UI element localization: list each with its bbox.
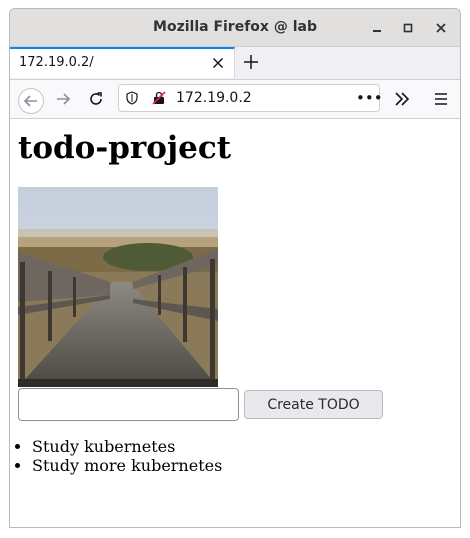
close-icon[interactable] — [429, 16, 453, 40]
chevron-double-right-icon[interactable] — [392, 89, 412, 109]
reload-icon[interactable] — [86, 89, 106, 109]
page-title: todo-project — [18, 130, 232, 166]
window-title: Mozilla Firefox @ lab — [153, 19, 317, 35]
boardwalk-photo — [18, 187, 218, 387]
url-bar[interactable]: 172.19.0.2 ••• — [118, 84, 383, 112]
insecure-connection-icon[interactable] — [152, 91, 166, 105]
titlebar: Mozilla Firefox @ lab — [10, 9, 460, 47]
maximize-icon[interactable] — [396, 16, 420, 40]
todo-list: Study kubernetes Study more kubernetes — [10, 437, 222, 475]
tab-active[interactable]: 172.19.0.2/ — [10, 47, 235, 78]
forward-arrow-icon[interactable] — [54, 89, 74, 109]
navigation-toolbar: 172.19.0.2 ••• — [10, 80, 460, 119]
minimize-icon[interactable] — [365, 16, 389, 40]
page-content: todo-project Create TODO • Study kuberne… — [10, 119, 460, 527]
tracking-shield-icon[interactable] — [125, 91, 139, 105]
url-text: 172.19.0.2 — [176, 90, 252, 106]
todo-input[interactable] — [18, 388, 239, 421]
tab-strip: 172.19.0.2/ — [10, 47, 460, 80]
tab-close-icon[interactable] — [210, 55, 226, 71]
tab-title: 172.19.0.2/ — [19, 55, 94, 70]
new-tab-plus-icon[interactable] — [242, 53, 260, 71]
hamburger-menu-icon[interactable] — [431, 89, 451, 109]
create-todo-button[interactable]: Create TODO — [244, 390, 383, 419]
page-actions-more-icon[interactable]: ••• — [356, 89, 383, 107]
todo-item: Study more kubernetes — [32, 456, 222, 475]
todo-item: Study kubernetes — [32, 437, 222, 456]
browser-window: Mozilla Firefox @ lab 172.19.0.2/ 172.19… — [9, 8, 461, 528]
back-arrow-icon[interactable] — [18, 88, 44, 114]
